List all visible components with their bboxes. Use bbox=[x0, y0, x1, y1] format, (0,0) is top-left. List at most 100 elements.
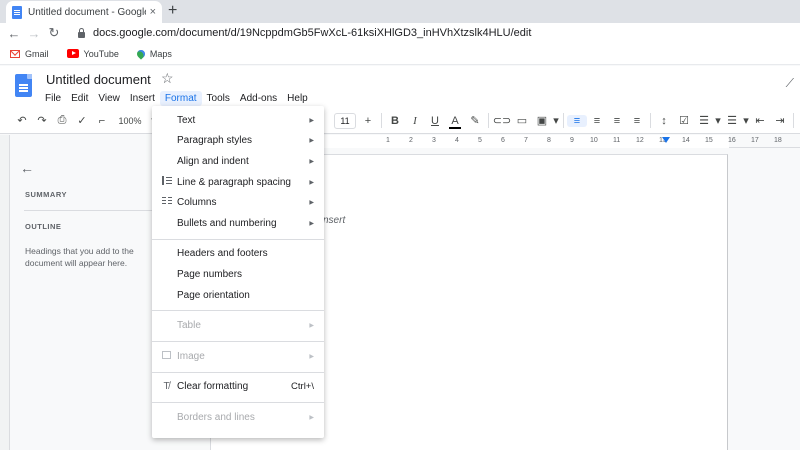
insert-image-icon[interactable]: ▣ bbox=[532, 114, 552, 127]
omnibox[interactable]: docs.google.com/document/d/19NcppdmGb5Fw… bbox=[72, 24, 800, 42]
highlight-color-icon[interactable]: ✎ bbox=[465, 114, 485, 127]
line-spacing-icon[interactable]: ↕ bbox=[654, 115, 674, 127]
print-icon[interactable]: ⎙ bbox=[52, 114, 72, 127]
summary-heading[interactable]: SUMMARY bbox=[25, 190, 67, 199]
italic-icon[interactable]: I bbox=[405, 115, 425, 127]
format-menu-bullets-numbering[interactable]: Bullets and numbering ▶ bbox=[152, 213, 324, 234]
bookmark-maps[interactable]: Maps bbox=[135, 47, 172, 60]
format-menu: Text ▶ Paragraph styles ▶ Align and inde… bbox=[152, 106, 324, 438]
vertical-ruler[interactable] bbox=[0, 135, 10, 450]
url-text[interactable]: docs.google.com/document/d/19NcppdmGb5Fw… bbox=[93, 27, 531, 39]
columns-icon bbox=[161, 196, 172, 209]
align-left-icon[interactable]: ≡ bbox=[567, 114, 587, 127]
undo-icon[interactable]: ↶ bbox=[12, 114, 32, 127]
document-title[interactable]: Untitled document bbox=[46, 72, 151, 87]
line-spacing-icon bbox=[161, 176, 172, 188]
increase-indent-icon[interactable]: ⇥ bbox=[770, 114, 790, 127]
numbering-dropdown-icon[interactable]: ▾ bbox=[742, 114, 750, 127]
increase-font-size-icon[interactable]: + bbox=[358, 115, 378, 127]
browser-tab[interactable]: Untitled document - Google Docs × bbox=[6, 1, 162, 23]
underline-icon[interactable]: U bbox=[425, 115, 445, 127]
format-menu-headers-footers[interactable]: Headers and footers bbox=[152, 244, 324, 265]
star-icon[interactable]: ☆ bbox=[161, 70, 174, 87]
format-menu-page-orientation[interactable]: Page orientation bbox=[152, 285, 324, 306]
back-icon[interactable]: ← bbox=[4, 26, 24, 41]
menu-addons[interactable]: Add-ons bbox=[235, 91, 282, 106]
browser-tab-strip: Untitled document - Google Docs × + bbox=[0, 0, 800, 23]
ruler-number: 12 bbox=[636, 137, 644, 144]
ruler-number: 16 bbox=[728, 137, 736, 144]
bookmark-gmail[interactable]: Gmail bbox=[10, 49, 49, 59]
ruler-number: 14 bbox=[682, 137, 690, 144]
bookmark-label: YouTube bbox=[83, 48, 119, 59]
ruler-number: 3 bbox=[432, 137, 436, 144]
paint-format-icon[interactable]: ⌐ bbox=[92, 115, 112, 127]
decrease-indent-icon[interactable]: ⇤ bbox=[750, 114, 770, 127]
ruler-number: 1 bbox=[386, 137, 390, 144]
menu-edit[interactable]: Edit bbox=[66, 91, 93, 106]
ruler-number: 10 bbox=[590, 137, 598, 144]
bookmark-label: Gmail bbox=[25, 48, 49, 59]
reload-icon[interactable]: ↻ bbox=[44, 25, 64, 41]
submenu-arrow-icon: ▶ bbox=[309, 179, 314, 186]
insert-link-icon[interactable]: ⊂⊃ bbox=[492, 114, 512, 127]
menu-item-label: Text bbox=[177, 114, 196, 126]
toolbar-divider bbox=[381, 113, 382, 128]
bulleted-list-icon[interactable]: ☰ bbox=[694, 114, 714, 127]
menu-item-label: Table bbox=[177, 320, 201, 332]
format-menu-borders-lines[interactable]: Borders and lines ▶ bbox=[152, 407, 324, 428]
add-comment-icon[interactable]: ▭ bbox=[512, 114, 532, 127]
numbered-list-icon[interactable]: ☰ bbox=[722, 114, 742, 127]
menu-tools[interactable]: Tools bbox=[202, 91, 235, 106]
new-tab-button[interactable]: + bbox=[168, 2, 177, 20]
ruler-number: 5 bbox=[478, 137, 482, 144]
outline-heading: OUTLINE bbox=[25, 222, 62, 231]
submenu-arrow-icon: ▶ bbox=[309, 138, 314, 145]
menu-help[interactable]: Help bbox=[282, 91, 313, 106]
font-size-input[interactable]: 11 bbox=[334, 112, 356, 129]
maps-icon bbox=[135, 47, 147, 60]
format-menu-table[interactable]: Table ▶ bbox=[152, 315, 324, 336]
align-right-icon[interactable]: ≡ bbox=[607, 115, 627, 127]
menu-insert[interactable]: Insert bbox=[125, 91, 160, 106]
format-menu-page-numbers[interactable]: Page numbers bbox=[152, 264, 324, 285]
image-icon bbox=[161, 350, 172, 362]
align-center-icon[interactable]: ≡ bbox=[587, 115, 607, 127]
justify-icon[interactable]: ≡ bbox=[627, 115, 647, 127]
menu-file[interactable]: File bbox=[40, 91, 66, 106]
document-placeholder-text[interactable]: nsert bbox=[323, 215, 345, 226]
format-menu-columns[interactable]: Columns ▶ bbox=[152, 192, 324, 213]
format-menu-clear-formatting[interactable]: T̸ Clear formatting Ctrl+\ bbox=[152, 377, 324, 398]
format-menu-image[interactable]: Image ▶ bbox=[152, 346, 324, 367]
lock-icon[interactable] bbox=[78, 28, 85, 38]
forward-icon[interactable]: → bbox=[24, 26, 44, 41]
format-menu-align-indent[interactable]: Align and indent ▶ bbox=[152, 151, 324, 172]
docs-logo-icon[interactable] bbox=[15, 74, 32, 97]
menu-view[interactable]: View bbox=[93, 91, 125, 106]
bookmark-youtube[interactable]: YouTube bbox=[66, 48, 119, 59]
bullets-dropdown-icon[interactable]: ▾ bbox=[714, 114, 722, 127]
menu-format[interactable]: Format bbox=[159, 91, 202, 106]
menu-separator bbox=[152, 340, 324, 342]
text-color-icon[interactable]: A bbox=[445, 115, 465, 129]
format-menu-paragraph-styles[interactable]: Paragraph styles ▶ bbox=[152, 131, 324, 152]
zoom-select[interactable]: 100% bbox=[112, 116, 148, 126]
gmail-icon bbox=[10, 49, 20, 58]
menu-item-label: Image bbox=[177, 350, 205, 362]
spellcheck-icon[interactable]: ✓ bbox=[72, 114, 92, 127]
menu-item-label: Borders and lines bbox=[177, 411, 255, 423]
bold-icon[interactable]: B bbox=[385, 115, 405, 127]
close-outline-arrow-icon[interactable]: ← bbox=[20, 160, 34, 176]
redo-icon[interactable]: ↷ bbox=[32, 114, 52, 127]
menu-item-label: Page numbers bbox=[177, 268, 243, 280]
submenu-arrow-icon: ▶ bbox=[309, 414, 314, 421]
activity-trend-icon[interactable]: ⟋ bbox=[786, 76, 794, 91]
submenu-arrow-icon: ▶ bbox=[309, 158, 314, 165]
close-tab-icon[interactable]: × bbox=[150, 6, 156, 18]
format-menu-text[interactable]: Text ▶ bbox=[152, 110, 324, 131]
format-menu-line-spacing[interactable]: Line & paragraph spacing ▶ bbox=[152, 172, 324, 193]
right-indent-marker[interactable] bbox=[662, 137, 670, 143]
address-bar: ← → ↻ docs.google.com/document/d/19Ncppd… bbox=[0, 23, 800, 43]
image-dropdown-icon[interactable]: ▾ bbox=[552, 114, 560, 127]
checklist-icon[interactable]: ☑ bbox=[674, 114, 694, 127]
